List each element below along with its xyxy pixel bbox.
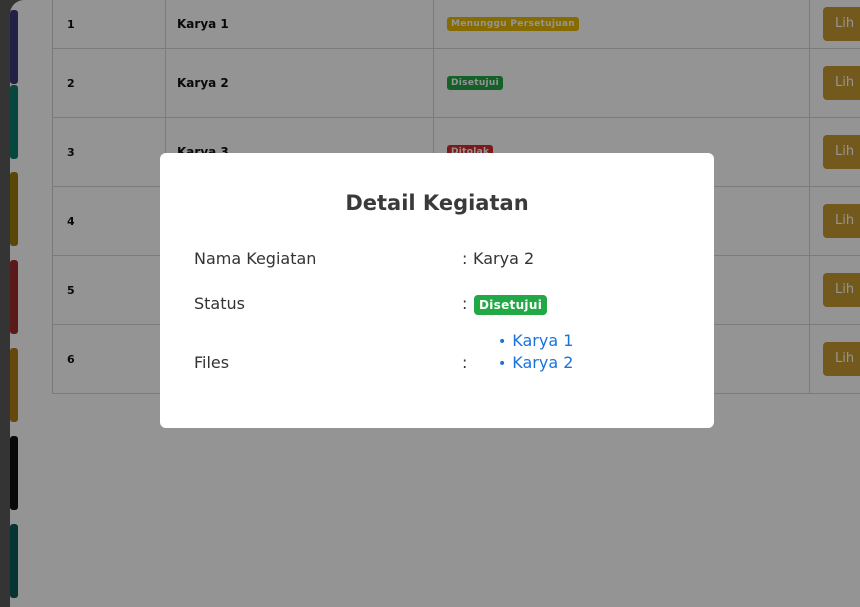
status-badge: Disetujui	[474, 295, 548, 315]
files-list: Karya 1 Karya 2	[498, 331, 573, 375]
status-colon: :	[462, 294, 468, 313]
files-colon: :	[462, 353, 468, 372]
file-item: Karya 1	[498, 331, 573, 350]
name-colon: :	[462, 249, 468, 268]
file-item: Karya 2	[498, 353, 573, 372]
detail-modal: Detail Kegiatan Nama Kegiatan : Karya 2 …	[160, 153, 714, 428]
name-value: Karya 2	[473, 249, 535, 268]
modal-title: Detail Kegiatan	[345, 191, 529, 215]
name-label: Nama Kegiatan	[194, 249, 317, 268]
file-link[interactable]: Karya 2	[512, 353, 573, 372]
file-link[interactable]: Karya 1	[512, 331, 573, 350]
files-label: Files	[194, 353, 230, 372]
status-label: Status	[194, 294, 245, 313]
